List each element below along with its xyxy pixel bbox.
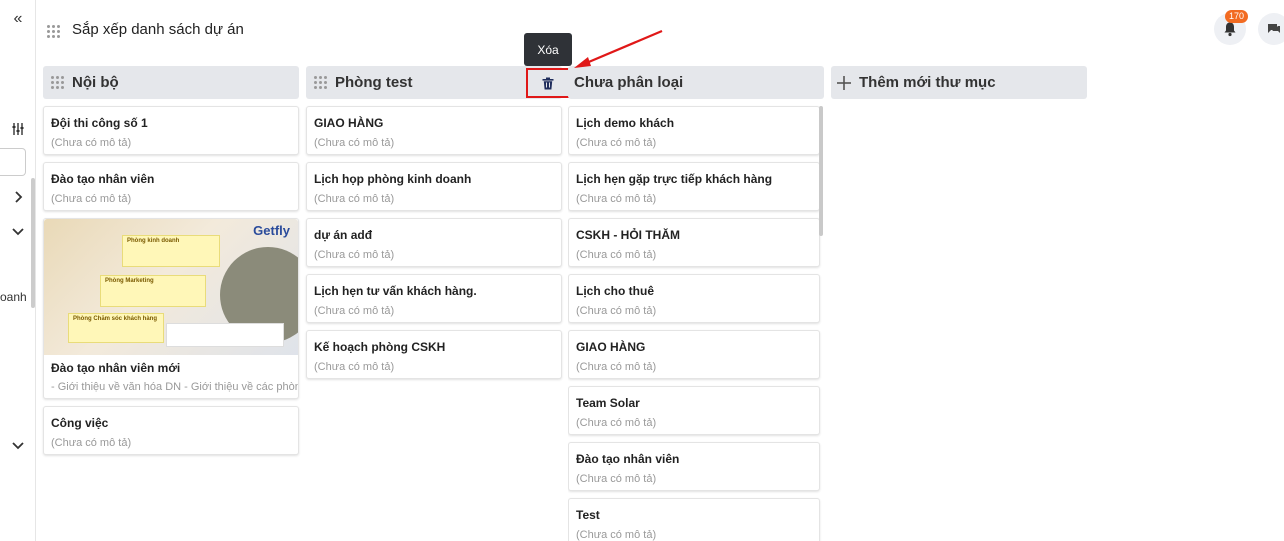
- card-title: Công việc: [51, 416, 109, 430]
- chat-icon: [1268, 24, 1280, 33]
- card-title: Lịch cho thuê: [576, 284, 654, 298]
- card-desc: (Chưa có mô tả): [576, 529, 657, 541]
- left-sidebar: « oanh: [0, 0, 36, 541]
- card-desc: (Chưa có mô tả): [314, 361, 395, 373]
- add-folder-label: Thêm mới thư mục: [859, 74, 996, 91]
- chevron-down-icon[interactable]: [0, 438, 36, 454]
- card-desc: (Chưa có mô tả): [51, 193, 132, 205]
- card-title: GIAO HÀNG: [576, 340, 646, 354]
- project-card[interactable]: Lịch cho thuê (Chưa có mô tả): [568, 274, 820, 323]
- card-title: Đào tạo nhân viên mới: [51, 361, 181, 375]
- column-header[interactable]: Phòng test: [306, 66, 562, 99]
- column-title: Phòng test: [335, 74, 413, 91]
- card-desc: (Chưa có mô tả): [314, 249, 395, 261]
- card-title: CSKH - HỎI THĂM: [576, 228, 680, 242]
- cover-note-box: Phòng kinh doanh: [122, 235, 220, 267]
- card-title: Đào tạo nhân viên: [576, 452, 680, 466]
- add-folder-button[interactable]: Thêm mới thư mục: [831, 66, 1087, 99]
- column-chua-phan-loai: Chưa phân loại Lịch demo khách (Chưa có …: [568, 66, 824, 541]
- card-desc: (Chưa có mô tả): [576, 417, 657, 429]
- column-scrollbar[interactable]: [819, 106, 823, 236]
- card-title: Kế hoạch phòng CSKH: [314, 340, 446, 354]
- project-card[interactable]: Getfly Phòng kinh doanh Phòng Marketing …: [43, 218, 299, 399]
- project-card[interactable]: Team Solar (Chưa có mô tả): [568, 386, 820, 435]
- card-desc: (Chưa có mô tả): [314, 137, 395, 149]
- getfly-logo: Getfly: [253, 223, 290, 238]
- card-title: Test: [576, 508, 600, 522]
- card-desc: (Chưa có mô tả): [576, 305, 657, 317]
- column-header[interactable]: Nội bộ: [43, 66, 299, 99]
- card-desc: (Chưa có mô tả): [576, 473, 657, 485]
- card-title: Team Solar: [576, 396, 640, 410]
- column-title: Chưa phân loại: [574, 74, 684, 91]
- card-desc: (Chưa có mô tả): [576, 137, 657, 149]
- search-input[interactable]: [0, 148, 26, 176]
- card-title: Lịch demo khách: [576, 116, 675, 130]
- column-noi-bo: Nội bộ Đội thi công số 1 (Chưa có mô tả)…: [43, 66, 299, 462]
- collapse-sidebar-icon[interactable]: «: [0, 10, 36, 28]
- delete-tooltip: Xóa: [524, 33, 572, 66]
- project-card[interactable]: Lịch hẹn tư vấn khách hàng. (Chưa có mô …: [306, 274, 562, 323]
- project-card[interactable]: Test (Chưa có mô tả): [568, 498, 820, 541]
- card-desc: - Giới thiệu về văn hóa DN - Giới thiệu …: [51, 381, 298, 393]
- card-desc: (Chưa có mô tả): [51, 137, 132, 149]
- cover-note-box: Phòng Chăm sóc khách hàng: [68, 313, 164, 343]
- project-card[interactable]: Lịch hẹn gặp trực tiếp khách hàng (Chưa …: [568, 162, 820, 211]
- project-card[interactable]: dự án adđ (Chưa có mô tả): [306, 218, 562, 267]
- card-title: dự án adđ: [314, 228, 373, 242]
- filter-icon[interactable]: [0, 122, 36, 139]
- drag-handle-icon[interactable]: [314, 76, 327, 89]
- drag-handle-icon: [47, 25, 60, 38]
- sidebar-scrollbar[interactable]: [31, 178, 35, 308]
- card-title: Đào tạo nhân viên: [51, 172, 155, 186]
- card-title: Lịch họp phòng kinh doanh: [314, 172, 472, 186]
- card-desc: (Chưa có mô tả): [576, 193, 657, 205]
- project-card[interactable]: Đào tạo nhân viên (Chưa có mô tả): [43, 162, 299, 211]
- card-title: Đội thi công số 1: [51, 116, 148, 130]
- cover-note-box: Phòng Marketing: [100, 275, 206, 307]
- card-cover-image: Getfly Phòng kinh doanh Phòng Marketing …: [44, 219, 298, 355]
- project-card[interactable]: Kế hoạch phòng CSKH (Chưa có mô tả): [306, 330, 562, 379]
- project-card[interactable]: Đào tạo nhân viên (Chưa có mô tả): [568, 442, 820, 491]
- trash-icon: [542, 77, 554, 89]
- project-card[interactable]: Công việc (Chưa có mô tả): [43, 406, 299, 455]
- project-card[interactable]: Lịch họp phòng kinh doanh (Chưa có mô tả…: [306, 162, 562, 211]
- card-desc: (Chưa có mô tả): [314, 305, 395, 317]
- card-desc: (Chưa có mô tả): [576, 361, 657, 373]
- project-card[interactable]: Đội thi công số 1 (Chưa có mô tả): [43, 106, 299, 155]
- drag-handle-icon[interactable]: [51, 76, 64, 89]
- sidebar-partial-label: oanh: [0, 290, 27, 304]
- bell-icon: [1224, 22, 1236, 37]
- card-desc: (Chưa có mô tả): [314, 193, 395, 205]
- project-card[interactable]: Lịch demo khách (Chưa có mô tả): [568, 106, 820, 155]
- chat-button[interactable]: [1258, 13, 1284, 45]
- card-desc: (Chưa có mô tả): [51, 437, 132, 449]
- card-title: GIAO HÀNG: [314, 116, 384, 130]
- delete-column-button[interactable]: [526, 68, 570, 98]
- annotation-arrow-icon: [574, 29, 663, 68]
- column-title: Nội bộ: [72, 74, 119, 91]
- cover-table: [166, 323, 284, 347]
- plus-icon: [837, 75, 851, 90]
- project-card[interactable]: CSKH - HỎI THĂM (Chưa có mô tả): [568, 218, 820, 267]
- card-title: Lịch hẹn gặp trực tiếp khách hàng: [576, 172, 773, 186]
- card-desc: (Chưa có mô tả): [576, 249, 657, 261]
- notification-badge: 170: [1225, 10, 1249, 23]
- column-phong-test: Phòng test GIAO HÀNG (Chưa có mô tả) Lịc…: [306, 66, 562, 386]
- project-card[interactable]: GIAO HÀNG (Chưa có mô tả): [306, 106, 562, 155]
- project-card[interactable]: GIAO HÀNG (Chưa có mô tả): [568, 330, 820, 379]
- card-title: Lịch hẹn tư vấn khách hàng.: [314, 284, 477, 298]
- page-title: Sắp xếp danh sách dự án: [72, 21, 244, 38]
